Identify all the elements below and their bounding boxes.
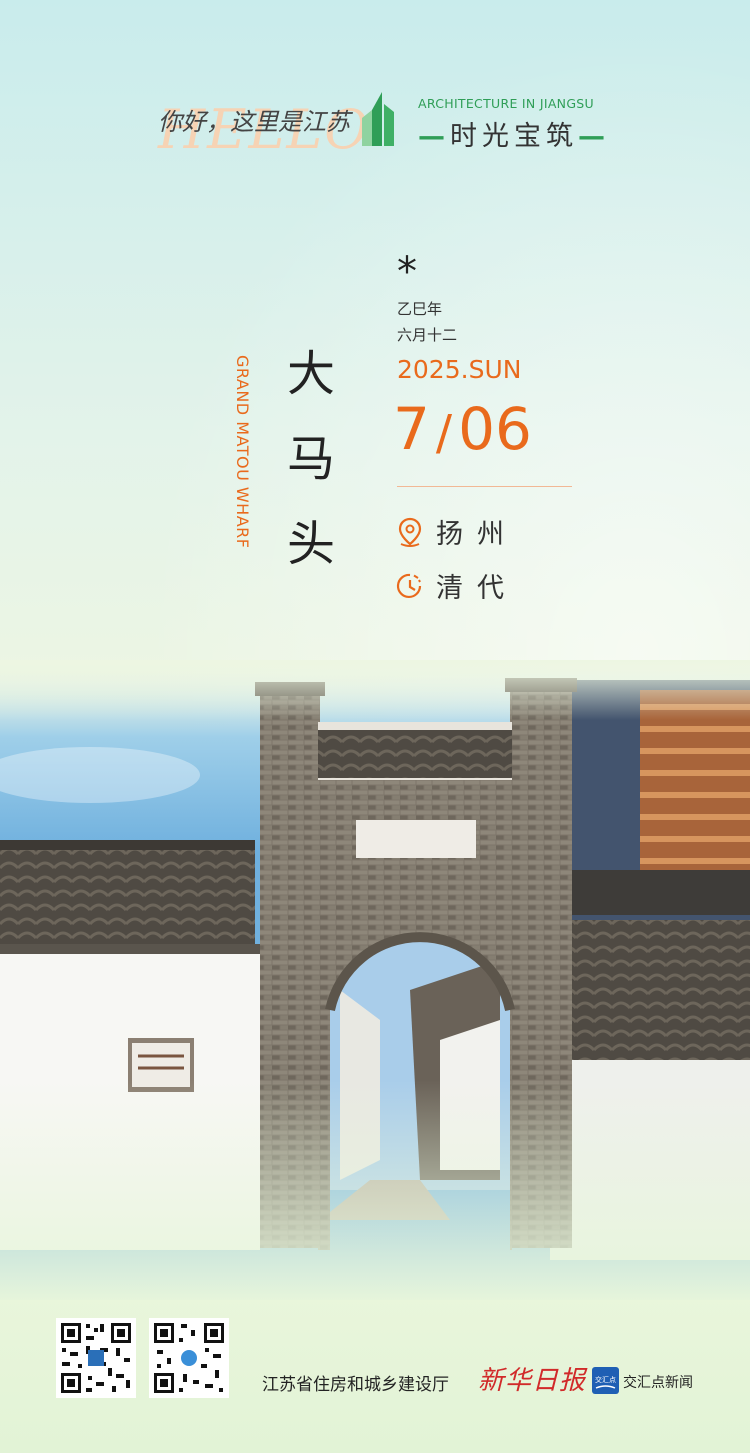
organization-name: 江苏省住房和城乡建设厅 <box>262 1375 449 1395</box>
site-name-english: GRAND MATOU WHARF <box>233 355 252 549</box>
brand-english: ARCHITECTURE IN JIANGSU <box>418 96 594 111</box>
period-text: 清代 <box>436 573 518 604</box>
site-name-char: 头 <box>286 516 335 572</box>
jiaohuidian-logo-icon: 交汇点 <box>592 1367 619 1394</box>
location-pin-icon <box>398 517 422 547</box>
location-row: 扬州 <box>396 512 518 551</box>
clock-icon <box>396 573 422 598</box>
app-name: 交汇点新闻 <box>623 1375 693 1391</box>
period-row: 清代 <box>396 566 518 605</box>
qr-code-1[interactable] <box>56 1318 136 1398</box>
asterisk-mark: * <box>397 249 417 295</box>
jiaohuidian-logo-text: 交汇点 <box>595 1375 616 1384</box>
site-name-char: 马 <box>286 431 335 487</box>
brand-title-text: 时光宝筑 <box>450 121 578 152</box>
hello-greeting: 你好，这里是江苏 <box>158 108 350 136</box>
wharf-gate-photo <box>0 660 750 1300</box>
divider-line <box>397 486 572 487</box>
date-slash: / <box>435 405 453 461</box>
brand-title: —时光宝筑— <box>418 114 610 153</box>
site-name-chinese: 大 马 头 <box>284 332 338 587</box>
year-weekday: 2025.SUN <box>397 355 522 384</box>
date-month: 7 <box>393 395 430 463</box>
brand-dash-left: — <box>418 121 450 152</box>
date-day: 06 <box>458 395 532 463</box>
building-logo-icon <box>362 92 394 146</box>
lunar-year: 乙巳年 <box>397 300 443 318</box>
lunar-day: 六月十二 <box>397 326 458 344</box>
site-name-char: 大 <box>286 346 335 402</box>
brand-dash-right: — <box>578 121 610 152</box>
date-display: 7/06 <box>393 395 532 463</box>
newspaper-logo: 新华日报 <box>478 1366 587 1396</box>
qr-code-2[interactable] <box>149 1318 229 1398</box>
location-text: 扬州 <box>436 519 518 550</box>
